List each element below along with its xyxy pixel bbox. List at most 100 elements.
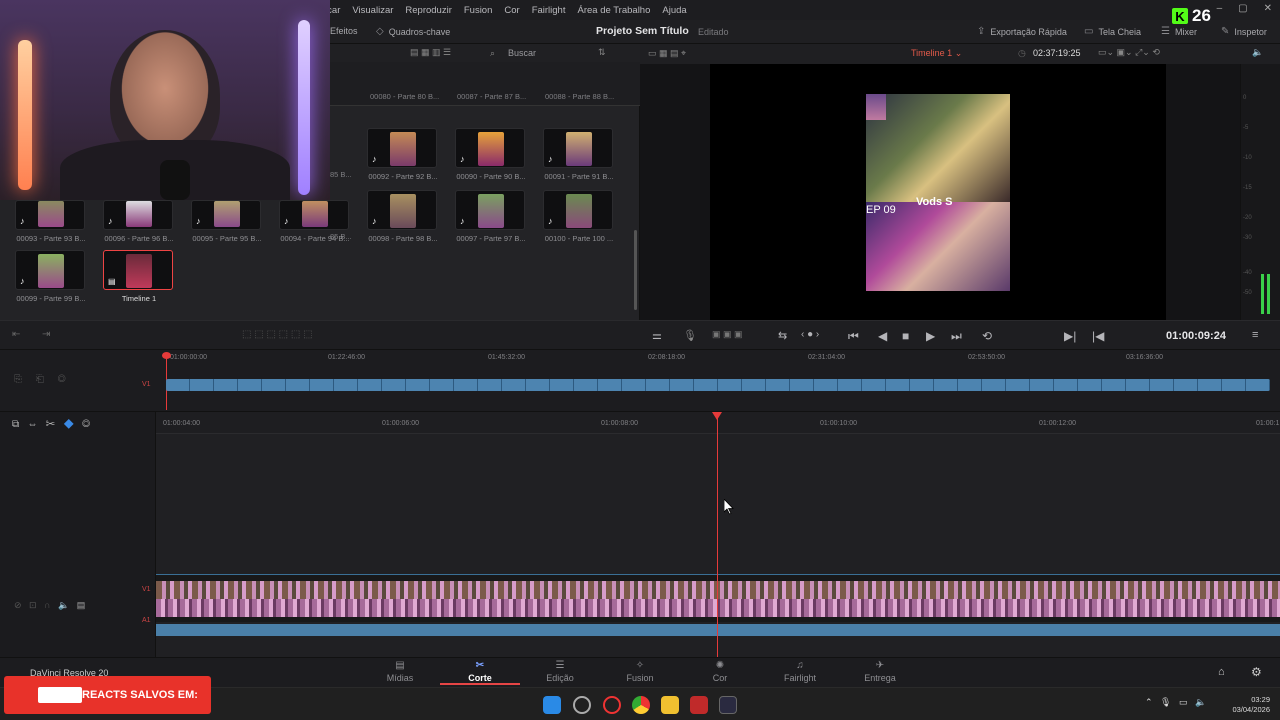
upper-track-segment[interactable] — [382, 379, 406, 391]
playhead-handle[interactable] — [712, 412, 722, 420]
upper-track-segment[interactable] — [478, 379, 502, 391]
media-clip[interactable]: ♪ 00099 - Parte 99 B... — [15, 250, 87, 303]
upper-track-segment[interactable] — [262, 379, 286, 391]
upper-track-segment[interactable] — [622, 379, 646, 391]
timeline-selector[interactable]: Timeline 1 ⌄ — [911, 48, 962, 59]
upper-track-segment[interactable] — [190, 379, 214, 391]
gear-icon[interactable]: ⚙ — [1251, 665, 1262, 679]
upper-ruler[interactable]: 01:00:00:00 01:22:46:00 01:45:32:00 02:0… — [160, 350, 1280, 366]
home-icon[interactable]: ⌂ — [1218, 666, 1225, 678]
close-icon[interactable]: ✕ — [1264, 3, 1272, 14]
volume-icon[interactable]: 🔈 — [1252, 47, 1263, 58]
upper-track-segment[interactable] — [286, 379, 310, 391]
upper-track-segment[interactable] — [430, 379, 454, 391]
upper-track-segment[interactable] — [310, 379, 334, 391]
effects-button[interactable]: Efeitos — [330, 26, 358, 36]
quick-export-button[interactable]: ⇪ Exportação Rápida — [977, 26, 1067, 37]
menu-item-workspace[interactable]: Área de Trabalho — [571, 5, 656, 16]
windows-start-icon[interactable] — [543, 696, 561, 714]
tray-icons[interactable]: ⌃ 🎙 ▭ 🔈 — [1145, 697, 1206, 708]
ripple-icon[interactable]: ⇤ — [12, 329, 20, 340]
media-pool-scrollbar[interactable] — [634, 230, 637, 310]
transport-tools-icons[interactable]: ▣ ▣ ▣ — [712, 329, 743, 340]
v1-video-track[interactable] — [156, 574, 1280, 622]
upper-track-segment[interactable] — [958, 379, 982, 391]
opera-icon[interactable] — [603, 696, 621, 714]
file-explorer-icon[interactable] — [661, 696, 679, 714]
system-clock[interactable]: 03:29 03/04/2026 — [1232, 695, 1270, 715]
app-icon[interactable] — [573, 696, 591, 714]
sort-icon[interactable]: ⇅ — [598, 47, 606, 58]
upper-track-segment[interactable] — [862, 379, 886, 391]
trim-icon[interactable]: ⇆ — [778, 329, 787, 342]
page-tab-edit[interactable]: ☰ Edição — [520, 660, 600, 683]
upper-video-track[interactable] — [166, 379, 1270, 391]
next-edit-icon[interactable]: ▶| — [1064, 329, 1076, 343]
media-clip[interactable]: ♪ 00093 - Parte 93 B... — [15, 200, 87, 243]
upper-track-segment[interactable] — [1054, 379, 1078, 391]
upper-track-segment[interactable] — [670, 379, 694, 391]
menu-icon[interactable]: ≡ — [1252, 329, 1258, 341]
viewer-options-icons[interactable]: ▭⌄ ▣⌄ ⤢⌄ ⟲ — [1098, 47, 1160, 58]
maximize-icon[interactable]: ▢ — [1238, 3, 1247, 14]
upper-track-segment[interactable] — [238, 379, 262, 391]
upper-track-segment[interactable] — [358, 379, 382, 391]
upper-track-segment[interactable] — [166, 379, 190, 391]
menu-item-fairlight[interactable]: Fairlight — [526, 5, 572, 16]
upper-track-segment[interactable] — [1078, 379, 1102, 391]
menu-item-visualizar[interactable]: Visualizar — [346, 5, 399, 16]
media-clip[interactable]: ♪ 00091 - Parte 91 B... — [543, 128, 615, 181]
page-tab-fairlight[interactable]: ♫ Fairlight — [760, 660, 840, 683]
media-clip[interactable]: ♪ 00096 - Parte 96 B... — [103, 200, 175, 243]
upper-track-segment[interactable] — [334, 379, 358, 391]
track-control-icons[interactable]: ⊘ ⊡ ∩ 🔈 ▤ — [14, 600, 85, 611]
upper-track-segment[interactable] — [550, 379, 574, 391]
search-input[interactable]: Buscar — [508, 48, 536, 58]
loop-icon[interactable]: ⟲ — [982, 329, 992, 343]
jog-icon[interactable]: ‹ ● › — [801, 329, 819, 340]
upper-track-segment[interactable] — [1126, 379, 1150, 391]
page-tab-media[interactable]: ▤ Mídias — [360, 660, 440, 683]
stop-icon[interactable]: ■ — [902, 329, 909, 343]
upper-track-segment[interactable] — [694, 379, 718, 391]
blade-icon[interactable]: ⇥ — [42, 329, 50, 340]
media-clip[interactable]: ♪ 00090 - Parte 90 B... — [455, 128, 527, 181]
fullscreen-button[interactable]: ▭ Tela Cheia — [1084, 26, 1141, 37]
viewer-layout-icons[interactable]: ▭ ▦ ▤ ⌖ — [648, 48, 686, 59]
upper-playhead-handle[interactable] — [162, 352, 171, 359]
play-icon[interactable]: ▶ — [926, 329, 935, 343]
view-toggle-icons[interactable]: ▤ ▦ ▥ ☰ — [410, 47, 451, 58]
upper-track-segment[interactable] — [598, 379, 622, 391]
edit-tools-icons[interactable]: ⬚ ⬚ ⬚ ⬚ ⬚ ⬚ — [242, 329, 313, 340]
upper-track-segment[interactable] — [526, 379, 550, 391]
go-to-end-icon[interactable]: ⏭ — [951, 329, 962, 344]
keyframes-button[interactable]: ◇ Quadros-chave — [376, 26, 450, 37]
page-tab-cut[interactable]: ✂ Corte — [440, 660, 520, 685]
upper-track-segment[interactable] — [454, 379, 478, 391]
upper-track-segment[interactable] — [214, 379, 238, 391]
upper-track-segment[interactable] — [1198, 379, 1222, 391]
prev-edit-icon[interactable]: |◀ — [1092, 329, 1104, 343]
media-clip[interactable]: ♪ 00095 - Parte 95 B... — [191, 200, 263, 243]
menu-item-reproduzir[interactable]: Reproduzir — [399, 5, 457, 16]
davinci-resolve-icon[interactable] — [719, 696, 737, 714]
upper-track-segment[interactable] — [1246, 379, 1270, 391]
upper-track-segment[interactable] — [1030, 379, 1054, 391]
media-clip[interactable]: ♪ 00098 - Parte 98 B... — [367, 190, 439, 243]
upper-track-segment[interactable] — [934, 379, 958, 391]
upper-track-segment[interactable] — [814, 379, 838, 391]
upper-track-segment[interactable] — [646, 379, 670, 391]
menu-item-fusion[interactable]: Fusion — [458, 5, 499, 16]
upper-track-segment[interactable] — [406, 379, 430, 391]
upper-track-segment[interactable] — [886, 379, 910, 391]
a1-audio-track[interactable] — [156, 624, 1280, 636]
upper-track-segment[interactable] — [1006, 379, 1030, 391]
media-clip[interactable]: ♪ 00097 - Parte 97 B... — [455, 190, 527, 243]
upper-track-segment[interactable] — [502, 379, 526, 391]
settings-sliders-icon[interactable]: ⚌ — [652, 329, 662, 342]
upper-track-segment[interactable] — [790, 379, 814, 391]
page-tab-color[interactable]: ✺ Cor — [680, 660, 760, 683]
page-tab-deliver[interactable]: ✈ Entrega — [840, 660, 920, 683]
chrome-icon[interactable] — [632, 696, 650, 714]
timeline-clip[interactable]: ▤ Timeline 1 — [103, 250, 175, 303]
